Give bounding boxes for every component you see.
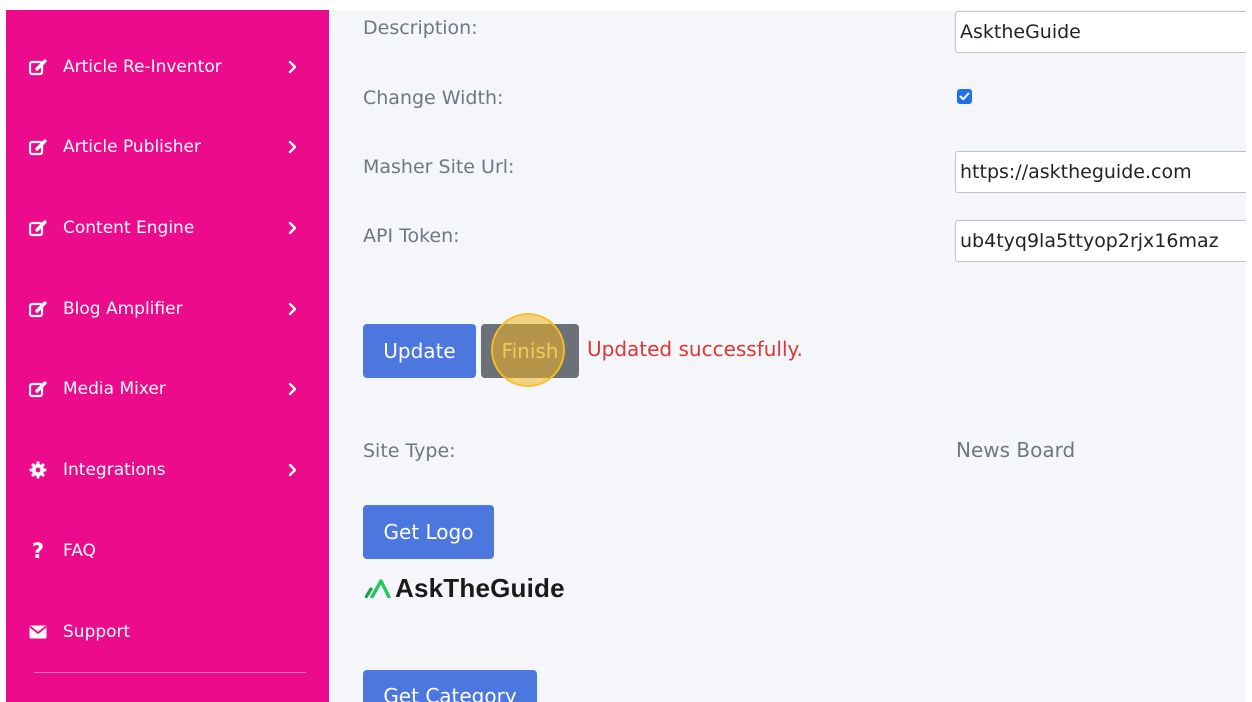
site-logo: AskTheGuide [365, 570, 565, 606]
sidebar-item-label: Article Publisher [63, 137, 201, 157]
edit-icon [28, 299, 48, 319]
chevron-right-icon [287, 221, 299, 235]
masher-site-url-label: Masher Site Url: [363, 156, 515, 178]
sidebar-item-label: Media Mixer [63, 379, 166, 399]
finish-button[interactable]: Finish [481, 324, 579, 378]
sidebar-item-label: Content Engine [63, 218, 195, 238]
app-frame: Article Re-Inventor Article Publisher Co… [6, 10, 1246, 702]
sidebar-item-media-mixer[interactable]: Media Mixer [6, 357, 329, 421]
sidebar-item-article-publisher[interactable]: Article Publisher [6, 115, 329, 179]
chevron-right-icon [287, 140, 299, 154]
api-token-label: API Token: [363, 225, 460, 247]
masher-site-url-field[interactable] [955, 151, 1246, 193]
logo-text: AskTheGuide [395, 572, 565, 603]
check-icon [959, 92, 970, 101]
sidebar-item-support[interactable]: Support [6, 600, 329, 664]
logo-mark-icon [365, 579, 391, 598]
sidebar-item-label: Blog Amplifier [63, 299, 183, 319]
edit-icon [28, 57, 48, 77]
edit-icon [28, 379, 48, 399]
edit-icon [28, 137, 48, 157]
chevron-right-icon [287, 463, 299, 477]
edit-icon [28, 218, 48, 238]
finish-button-label: Finish [501, 339, 559, 363]
change-width-label: Change Width: [363, 87, 504, 109]
sidebar-item-label: Support [63, 622, 131, 642]
description-field[interactable] [955, 11, 1246, 53]
sidebar: Article Re-Inventor Article Publisher Co… [6, 10, 329, 702]
chevron-right-icon [287, 302, 299, 316]
site-type-label: Site Type: [363, 440, 456, 462]
sidebar-item-article-re-inventor[interactable]: Article Re-Inventor [6, 35, 329, 99]
gear-icon [28, 460, 48, 480]
sidebar-item-label: Article Re-Inventor [63, 57, 222, 77]
sidebar-divider [34, 672, 306, 673]
site-type-value: News Board [956, 438, 1076, 462]
status-message: Updated successfully. [587, 337, 803, 361]
chevron-right-icon [287, 382, 299, 396]
sidebar-item-integrations[interactable]: Integrations [6, 438, 329, 502]
sidebar-item-label: Integrations [63, 460, 166, 480]
change-width-checkbox[interactable] [957, 89, 972, 104]
sidebar-item-faq[interactable]: ? FAQ [6, 519, 329, 583]
get-category-button[interactable]: Get Category [363, 670, 537, 702]
envelope-icon [28, 622, 48, 642]
question-icon: ? [31, 538, 45, 563]
description-label: Description: [363, 17, 478, 39]
sidebar-item-label: FAQ [63, 541, 96, 561]
chevron-right-icon [287, 60, 299, 74]
update-button[interactable]: Update [363, 324, 476, 378]
sidebar-item-content-engine[interactable]: Content Engine [6, 196, 329, 260]
sidebar-item-blog-amplifier[interactable]: Blog Amplifier [6, 277, 329, 341]
get-logo-button[interactable]: Get Logo [363, 505, 494, 559]
api-token-field[interactable] [955, 220, 1246, 262]
